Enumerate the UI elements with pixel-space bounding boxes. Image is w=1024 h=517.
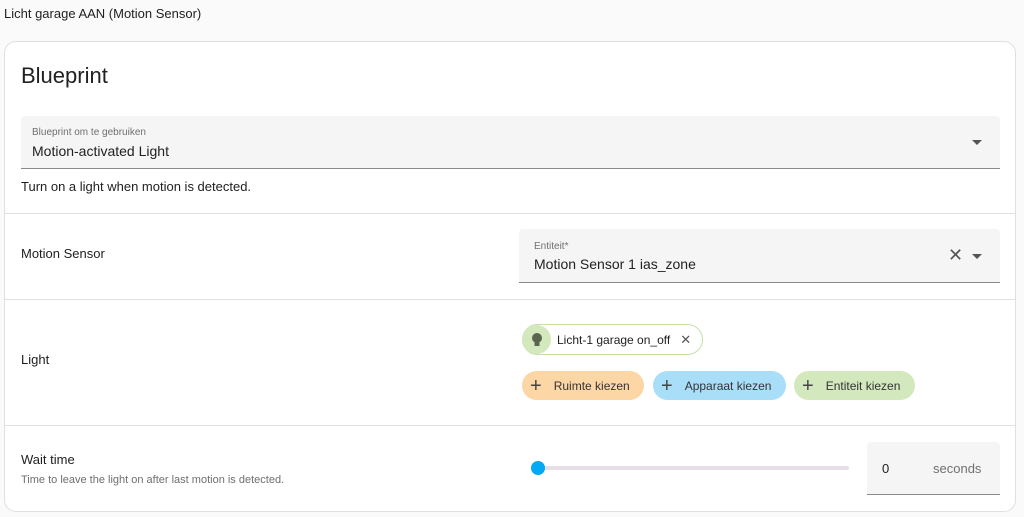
blueprint-select-label: Blueprint om te gebruiken [32, 127, 146, 138]
clear-icon[interactable]: ✕ [948, 245, 963, 266]
motion-sensor-entity-picker[interactable]: Entiteit* Motion Sensor 1 ias_zone ✕ [519, 229, 1000, 283]
chevron-down-icon[interactable] [972, 140, 982, 145]
button-label: Entiteit kiezen [825, 378, 901, 393]
plus-icon: + [661, 374, 673, 397]
wait-time-unit: seconds [933, 461, 982, 476]
button-label: Apparaat kiezen [684, 378, 772, 393]
entity-field-label: Entiteit* [534, 241, 569, 252]
blueprint-select[interactable]: Blueprint om te gebruiken Motion-activat… [21, 116, 1000, 169]
chevron-down-icon[interactable] [972, 254, 982, 259]
blueprint-card: Blueprint Blueprint om te gebruiken Moti… [4, 41, 1016, 512]
page-title: Licht garage AAN (Motion Sensor) [4, 6, 202, 21]
choose-entity-button[interactable]: + Entiteit kiezen [794, 371, 915, 400]
entity-field-value: Motion Sensor 1 ias_zone [534, 256, 696, 272]
divider [5, 299, 1015, 300]
motion-sensor-label: Motion Sensor [21, 246, 105, 261]
light-label: Light [21, 352, 50, 367]
card-heading: Blueprint [21, 63, 108, 88]
plus-icon: + [802, 374, 814, 397]
divider [5, 425, 1015, 426]
lightbulb-icon [522, 325, 551, 354]
remove-chip-icon[interactable]: ✕ [680, 332, 691, 348]
divider [5, 213, 1015, 214]
wait-time-slider[interactable] [531, 461, 849, 475]
wait-time-input[interactable]: 0 seconds [867, 442, 1000, 495]
wait-time-description: Time to leave the light on after last mo… [21, 474, 285, 486]
wait-time-value: 0 [882, 461, 890, 476]
slider-handle[interactable] [531, 461, 545, 475]
choose-device-button[interactable]: + Apparaat kiezen [653, 371, 786, 400]
blueprint-select-value: Motion-activated Light [32, 143, 169, 159]
button-label: Ruimte kiezen [553, 378, 630, 393]
blueprint-description: Turn on a light when motion is detected. [21, 179, 252, 194]
choose-area-button[interactable]: + Ruimte kiezen [522, 371, 644, 400]
plus-icon: + [530, 374, 542, 397]
entity-chip[interactable]: Licht-1 garage on_off ✕ [522, 324, 703, 355]
wait-time-label: Wait time [21, 452, 75, 467]
chip-label: Licht-1 garage on_off [557, 332, 671, 347]
